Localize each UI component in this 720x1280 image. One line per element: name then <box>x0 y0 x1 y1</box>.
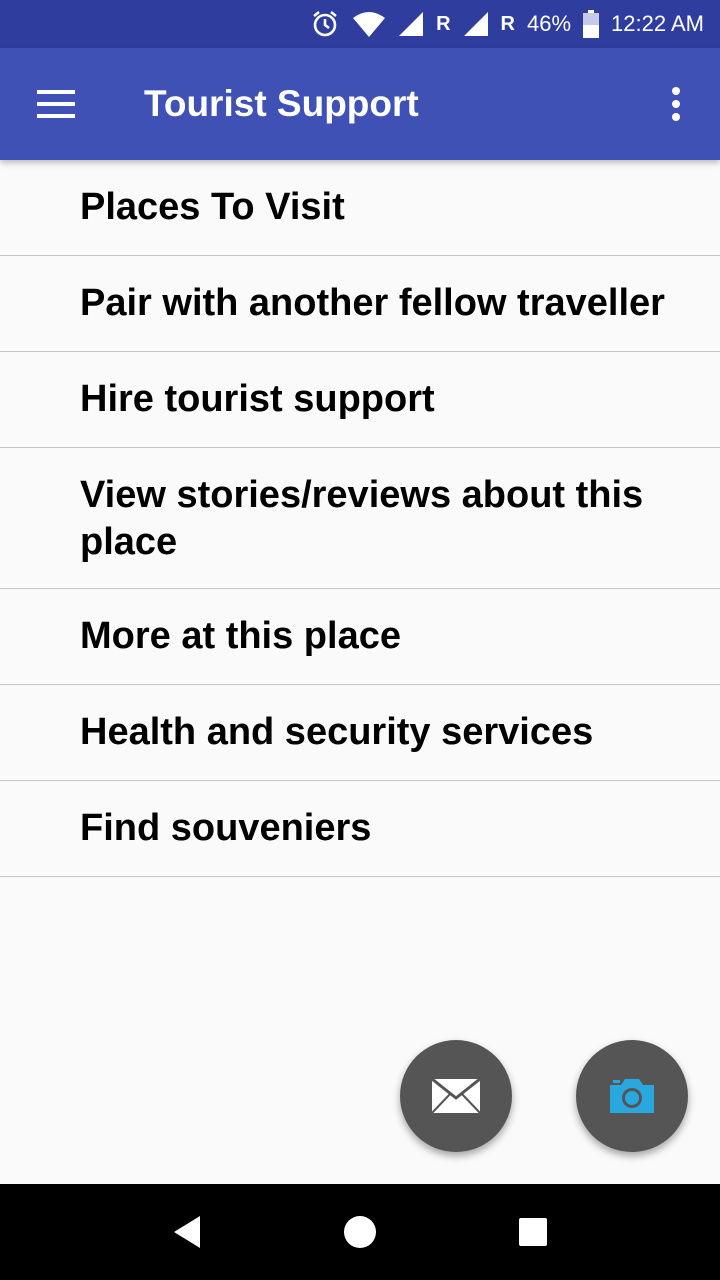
hamburger-menu-icon[interactable] <box>0 48 112 160</box>
overflow-menu-icon[interactable] <box>632 48 720 160</box>
network-type-label: R <box>436 12 451 35</box>
list-item-more-at-place[interactable]: More at this place <box>0 589 720 685</box>
app-title: Tourist Support <box>144 83 419 124</box>
back-icon[interactable] <box>147 1192 227 1272</box>
network-type-label: R <box>500 12 515 35</box>
mail-fab-button[interactable] <box>400 1040 512 1152</box>
alarm-icon <box>310 9 340 39</box>
list-item-hire-support[interactable]: Hire tourist support <box>0 352 720 448</box>
menu-list: Places To Visit Pair with another fellow… <box>0 160 720 877</box>
clock: 12:22 AM <box>611 11 704 36</box>
camera-icon <box>610 1079 654 1113</box>
mail-icon <box>431 1078 481 1114</box>
recents-icon[interactable] <box>493 1192 573 1272</box>
camera-fab-button[interactable] <box>576 1040 688 1152</box>
system-navigation-bar <box>0 1184 720 1280</box>
wifi-icon <box>352 10 386 38</box>
list-item-view-stories[interactable]: View stories/reviews about this place <box>0 448 720 589</box>
app-bar: Tourist Support <box>0 48 720 160</box>
list-item-places-to-visit[interactable]: Places To Visit <box>0 160 720 256</box>
list-item-health-security[interactable]: Health and security services <box>0 685 720 781</box>
home-icon[interactable] <box>320 1192 400 1272</box>
list-item-find-souveniers[interactable]: Find souveniers <box>0 781 720 877</box>
signal-icon <box>463 11 489 37</box>
battery-icon <box>583 10 600 38</box>
status-bar: R R 46% 12:22 AM <box>0 0 720 48</box>
list-item-pair-traveller[interactable]: Pair with another fellow traveller <box>0 256 720 352</box>
battery-percentage: 46% <box>527 11 572 36</box>
signal-icon <box>398 11 424 37</box>
